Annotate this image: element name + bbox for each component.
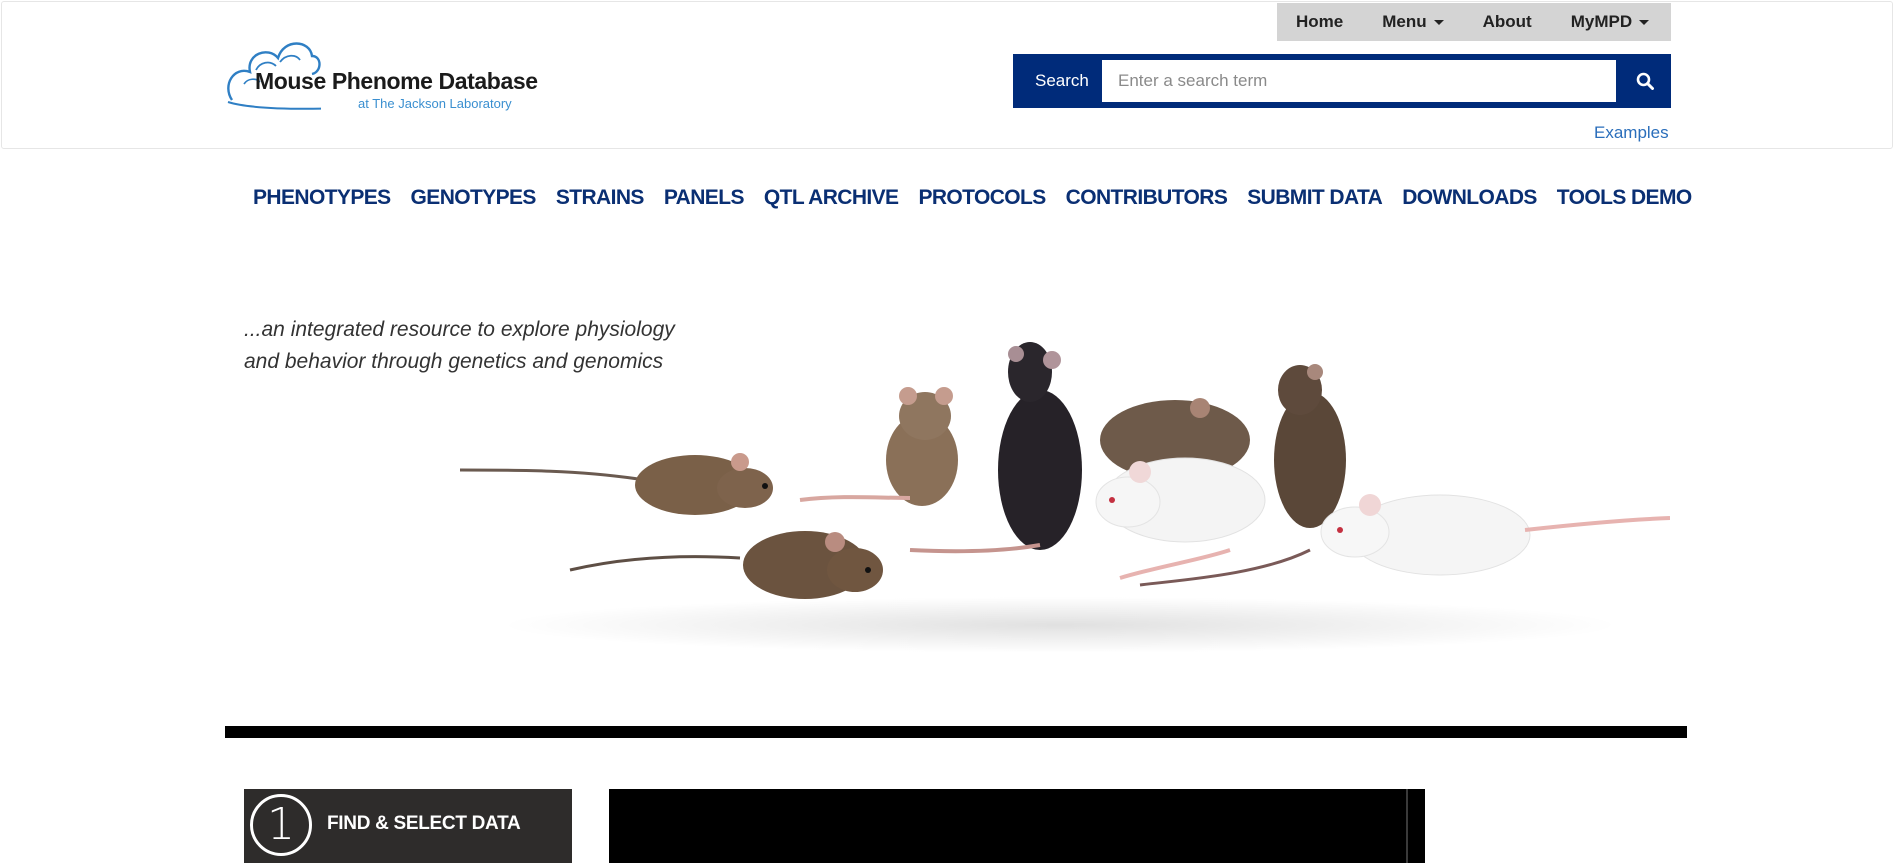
site-header: Mouse Phenome Database at The Jackson La…: [1, 1, 1893, 149]
search-label: Search: [1035, 71, 1089, 90]
step-number-circle: 1: [250, 794, 312, 856]
topnav-about-label: About: [1482, 12, 1532, 31]
topnav-menu-label: Menu: [1382, 12, 1427, 31]
nav-contributors[interactable]: CONTRIBUTORS: [1066, 186, 1228, 216]
nav-strains[interactable]: STRAINS: [556, 186, 645, 216]
topnav-home[interactable]: Home: [1277, 12, 1363, 32]
magnifier-icon: [1636, 72, 1654, 90]
step-find-select-data[interactable]: 1 FIND & SELECT DATA: [244, 789, 572, 863]
section-divider: [225, 726, 1687, 738]
search-bar: Search: [1013, 54, 1671, 108]
search-button[interactable]: [1618, 54, 1671, 108]
topnav-mympd-dropdown[interactable]: MyMPD: [1552, 12, 1669, 32]
caret-down-icon: [1433, 20, 1444, 26]
nav-phenotypes[interactable]: PHENOTYPES: [253, 186, 391, 216]
topnav-home-label: Home: [1296, 12, 1344, 31]
nav-panels[interactable]: PANELS: [664, 186, 745, 216]
logo-subtitle: at The Jackson Laboratory: [358, 96, 512, 111]
topnav-mympd-label: MyMPD: [1570, 12, 1633, 31]
search-input[interactable]: [1102, 60, 1616, 102]
topnav-about[interactable]: About: [1464, 12, 1552, 32]
step-label: FIND & SELECT DATA: [327, 813, 521, 834]
nav-submit-data[interactable]: SUBMIT DATA: [1247, 186, 1383, 216]
hero-mice-image: [459, 342, 1670, 653]
video-panel[interactable]: [609, 789, 1425, 863]
main-navigation: PHENOTYPES GENOTYPES STRAINS PANELS QTL …: [253, 186, 1692, 216]
examples-link[interactable]: Examples: [1594, 123, 1669, 143]
mpd-logo[interactable]: Mouse Phenome Database at The Jackson La…: [226, 30, 538, 116]
nav-qtl-archive[interactable]: QTL ARCHIVE: [764, 186, 899, 216]
nav-genotypes[interactable]: GENOTYPES: [411, 186, 537, 216]
caret-down-icon: [1639, 20, 1650, 26]
logo-title: Mouse Phenome Database: [255, 68, 538, 94]
video-panel-edge: [1406, 789, 1408, 863]
topnav-menu-dropdown[interactable]: Menu: [1363, 12, 1463, 32]
top-navigation: Home Menu About MyMPD: [1277, 3, 1671, 41]
nav-tools-demo[interactable]: TOOLS DEMO: [1557, 186, 1692, 216]
nav-downloads[interactable]: DOWNLOADS: [1402, 186, 1537, 216]
nav-protocols[interactable]: PROTOCOLS: [918, 186, 1046, 216]
